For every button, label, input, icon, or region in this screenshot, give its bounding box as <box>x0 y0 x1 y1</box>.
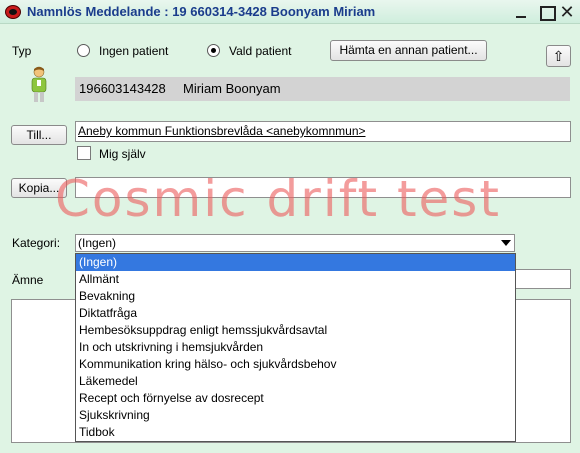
dropdown-option-in-och-utskrivning[interactable]: In och utskrivning i hemsjukvården <box>76 339 515 356</box>
close-button[interactable]: ✕ <box>558 3 576 21</box>
to-field[interactable]: Aneby kommun Funktionsbrevlåda <anebykom… <box>75 121 571 142</box>
category-select[interactable]: (Ingen) <box>75 234 515 252</box>
category-dropdown-list: (Ingen) Allmänt Bevakning Diktatfråga He… <box>75 253 516 442</box>
dropdown-option-allmant[interactable]: Allmänt <box>76 271 515 288</box>
radio-selected-patient-label[interactable]: Vald patient <box>229 44 292 58</box>
fetch-other-patient-button[interactable]: Hämta en annan patient... <box>330 40 487 61</box>
minimize-button[interactable] <box>512 3 530 21</box>
self-checkbox-label[interactable]: Mig själv <box>99 147 146 161</box>
app-icon <box>5 5 21 19</box>
patient-display: 196603143428 Miriam Boonyam <box>75 77 570 101</box>
maximize-button[interactable] <box>537 3 556 21</box>
dropdown-option-bevakning[interactable]: Bevakning <box>76 288 515 305</box>
title-bar: Namnlös Meddelande : 19 660314-3428 Boon… <box>0 0 580 24</box>
patient-id: 196603143428 <box>79 81 166 96</box>
dropdown-option-sjukskrivning[interactable]: Sjukskrivning <box>76 407 515 424</box>
to-recipient-link[interactable]: Aneby kommun Funktionsbrevlåda <anebykom… <box>78 124 366 138</box>
subject-label: Ämne <box>12 273 44 287</box>
patient-icon <box>31 66 47 102</box>
move-up-button[interactable]: ⇧ <box>546 45 571 67</box>
radio-no-patient[interactable] <box>77 44 90 57</box>
subject-input[interactable] <box>515 269 571 289</box>
dropdown-option-recept[interactable]: Recept och förnyelse av dosrecept <box>76 390 515 407</box>
watermark-text: Cosmic drift test <box>55 170 501 228</box>
dropdown-option-kommunikation[interactable]: Kommunikation kring hälso- och sjukvårds… <box>76 356 515 373</box>
radio-selected-patient[interactable] <box>207 44 220 57</box>
dropdown-option-diktatfraga[interactable]: Diktatfråga <box>76 305 515 322</box>
category-select-value: (Ingen) <box>78 236 117 250</box>
dropdown-option-tidbok[interactable]: Tidbok <box>76 424 515 441</box>
chevron-down-icon[interactable] <box>501 240 511 246</box>
dropdown-option-lakemedel[interactable]: Läkemedel <box>76 373 515 390</box>
dropdown-option-hembesok[interactable]: Hembesöksuppdrag enligt hemssjukvårdsavt… <box>76 322 515 339</box>
typ-label: Typ <box>12 44 32 58</box>
radio-no-patient-label[interactable]: Ingen patient <box>99 44 168 58</box>
category-label: Kategori: <box>12 236 61 250</box>
to-button[interactable]: Till... <box>11 125 67 145</box>
patient-name: Miriam Boonyam <box>183 81 281 96</box>
dropdown-option-ingen[interactable]: (Ingen) <box>76 254 515 271</box>
window-title: Namnlös Meddelande : 19 660314-3428 Boon… <box>27 4 376 19</box>
self-checkbox[interactable] <box>77 146 91 160</box>
